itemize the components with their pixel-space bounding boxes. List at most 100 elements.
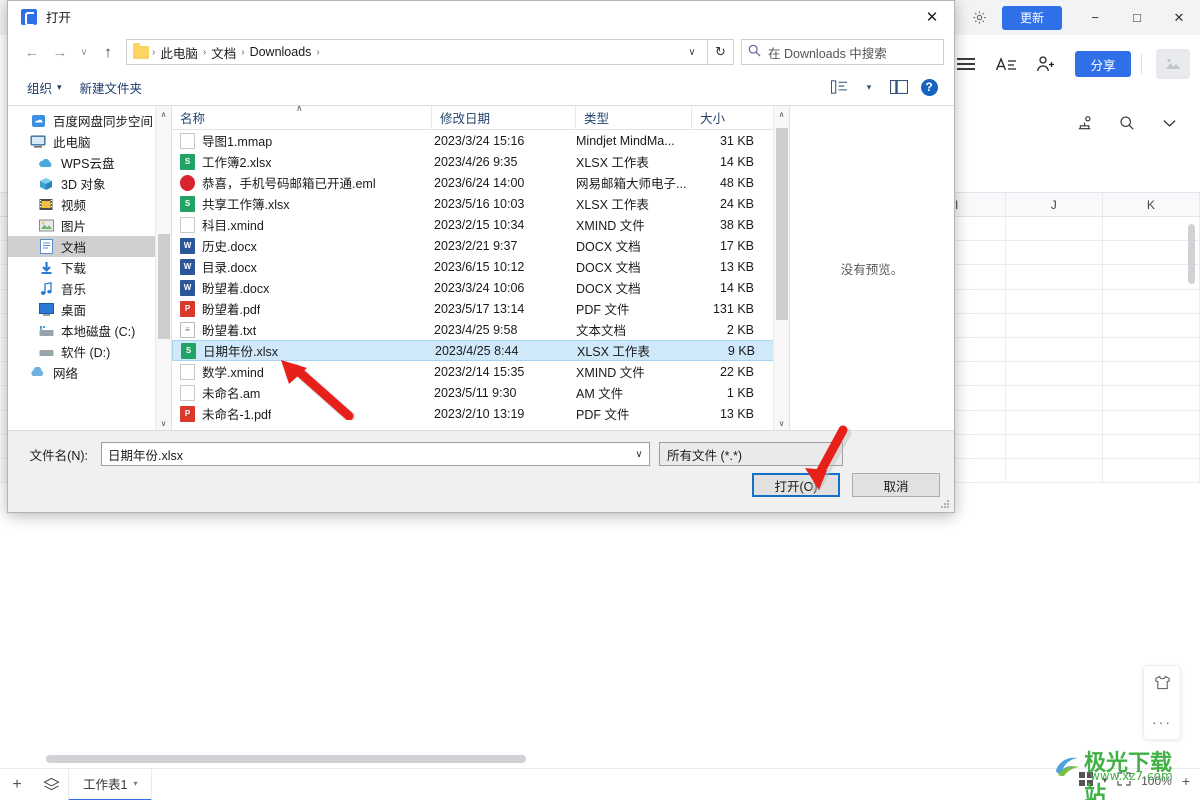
chevron-down-icon[interactable] — [1152, 106, 1186, 140]
address-bar[interactable]: › 此电脑 › 文档 › Downloads › ∨ — [126, 39, 708, 65]
sidebar-item-10[interactable]: 本地磁盘 (C:) — [8, 320, 171, 341]
grid-cell[interactable] — [1006, 313, 1104, 337]
new-folder-button[interactable]: 新建文件夹 — [71, 75, 152, 99]
sidebar-item-12[interactable]: 网络 — [8, 362, 171, 383]
file-row[interactable]: 恭喜，手机号码邮箱已开通.eml 2023/6/24 14:00 网易邮箱大师电子.… — [172, 172, 789, 193]
grid-cell[interactable] — [1103, 410, 1200, 434]
file-row[interactable]: W 历史.docx 2023/2/21 9:37 DOCX 文档 17 KB — [172, 235, 789, 256]
help-button[interactable]: ? — [914, 75, 944, 99]
sidebar-item-4[interactable]: 视频 — [8, 194, 171, 215]
file-row[interactable]: P 未命名-1.pdf 2023/2/10 13:19 PDF 文件 13 KB — [172, 403, 789, 424]
more-dots-icon[interactable]: ··· — [1152, 714, 1172, 730]
grid-cell[interactable] — [1006, 362, 1104, 386]
sidebar-item-9[interactable]: 桌面 — [8, 299, 171, 320]
filename-input[interactable]: 日期年份.xlsx ∨ — [101, 442, 650, 466]
file-list-scrollbar[interactable]: ∧ ∨ — [773, 106, 789, 430]
filename-dropdown-icon[interactable]: ∨ — [629, 449, 649, 460]
grid-cell[interactable] — [1006, 289, 1104, 313]
view-dropdown-icon[interactable]: ▾ — [854, 75, 884, 99]
sidebar-item-8[interactable]: 音乐 — [8, 278, 171, 299]
resize-grip-icon[interactable] — [939, 498, 951, 510]
chevron-down-icon[interactable]: ▾ — [133, 779, 137, 788]
image-thumbnail-icon[interactable] — [1156, 49, 1190, 79]
recent-locations-button[interactable]: ∨ — [74, 38, 94, 66]
preview-pane-icon[interactable] — [884, 75, 914, 99]
up-button[interactable]: ↑ — [94, 38, 122, 66]
file-row[interactable]: 导图1.mmap 2023/3/24 15:16 Mindjet MindMa...… — [172, 130, 789, 151]
sidebar-item-6[interactable]: 文档 — [8, 236, 171, 257]
plus-icon[interactable]: + — [0, 769, 34, 800]
grid-cell[interactable] — [1103, 458, 1200, 483]
chevron-down-icon[interactable]: ∨ — [820, 449, 842, 460]
column-header-J[interactable]: J — [1006, 193, 1103, 216]
sidebar-item-11[interactable]: 软件 (D:) — [8, 341, 171, 362]
zoom-in-button[interactable]: + — [1182, 773, 1190, 789]
add-user-icon[interactable] — [1029, 47, 1063, 81]
list-view-icon[interactable] — [824, 75, 854, 99]
grid-cell[interactable] — [1006, 217, 1104, 241]
scrollbar-thumb[interactable] — [776, 128, 788, 320]
sidebar-item-2[interactable]: WPS云盘 — [8, 152, 171, 173]
file-row[interactable]: P 盼望着.pdf 2023/5/17 13:14 PDF 文件 131 KB — [172, 298, 789, 319]
organize-button[interactable]: 组织 ▾ — [18, 75, 71, 99]
refresh-button[interactable]: ↻ — [708, 39, 734, 65]
column-header-type[interactable]: 类型 — [576, 106, 692, 130]
scroll-down-icon[interactable]: ∨ — [774, 415, 789, 430]
address-dropdown-icon[interactable]: ∨ — [681, 47, 703, 58]
column-header-size[interactable]: 大小 — [692, 106, 764, 130]
cancel-button[interactable]: 取消 — [852, 473, 940, 497]
sidebar-item-1[interactable]: 此电脑 — [8, 131, 171, 152]
grid-cell[interactable] — [1103, 337, 1200, 362]
horizontal-scrollbar[interactable] — [46, 755, 526, 763]
share-button[interactable]: 分享 — [1075, 51, 1131, 77]
view-caret-icon[interactable]: ▾ — [1103, 775, 1108, 786]
breadcrumb-downloads[interactable]: Downloads — [246, 45, 316, 59]
file-type-filter-select[interactable]: 所有文件 (*.*) ∨ — [659, 442, 843, 466]
scroll-up-icon[interactable]: ∧ — [774, 106, 789, 122]
gear-icon[interactable] — [964, 3, 994, 33]
grid-cell[interactable] — [1103, 362, 1200, 386]
grid-cell[interactable] — [1103, 241, 1200, 265]
scroll-up-icon[interactable]: ∧ — [156, 106, 171, 122]
minimize-button[interactable]: − — [1074, 0, 1116, 35]
close-window-button[interactable]: ✕ — [1158, 0, 1200, 35]
grid-view-icon[interactable] — [1078, 772, 1093, 789]
grid-cell[interactable] — [1006, 410, 1104, 434]
grid-cell[interactable] — [1006, 337, 1104, 362]
file-row[interactable]: S 日期年份.xlsx 2023/4/25 8:44 XLSX 工作表 9 KB — [172, 340, 789, 361]
stamp-icon[interactable] — [1068, 106, 1102, 140]
text-style-icon[interactable] — [989, 47, 1023, 81]
grid-cell[interactable] — [1103, 313, 1200, 337]
sheet-layers-icon[interactable] — [34, 769, 68, 800]
update-button[interactable]: 更新 — [1002, 5, 1062, 30]
column-header-date[interactable]: 修改日期 — [432, 106, 576, 130]
sidebar-item-3[interactable]: 3D 对象 — [8, 173, 171, 194]
grid-cell[interactable] — [1103, 217, 1200, 241]
grid-cell[interactable] — [1006, 386, 1104, 410]
vertical-scrollbar[interactable] — [1188, 224, 1195, 284]
sidebar-scrollbar[interactable]: ∧ ∨ — [155, 106, 171, 431]
shirt-icon[interactable] — [1154, 675, 1171, 695]
sidebar-item-5[interactable]: 图片 — [8, 215, 171, 236]
breadcrumb-documents[interactable]: 文档 — [207, 43, 240, 62]
search-input[interactable]: 在 Downloads 中搜索 — [741, 39, 944, 65]
scroll-down-icon[interactable]: ∨ — [156, 415, 171, 431]
file-row[interactable]: ≡ 盼望着.txt 2023/4/25 9:58 文本文档 2 KB — [172, 319, 789, 340]
sidebar-item-7[interactable]: 下载 — [8, 257, 171, 278]
sidebar-item-0[interactable]: 百度网盘同步空间 — [8, 110, 171, 131]
back-button[interactable]: ← — [18, 38, 46, 66]
grid-cell[interactable] — [1103, 265, 1200, 289]
grid-cell[interactable] — [1006, 241, 1104, 265]
grid-cell[interactable] — [1103, 434, 1200, 458]
grid-cell[interactable] — [1006, 458, 1104, 483]
grid-cell[interactable] — [1103, 386, 1200, 410]
column-header-K[interactable]: K — [1103, 193, 1200, 216]
search-icon[interactable] — [1110, 106, 1144, 140]
file-row[interactable]: 数学.xmind 2023/2/14 15:35 XMIND 文件 22 KB — [172, 361, 789, 382]
file-row[interactable]: S 工作簿2.xlsx 2023/4/26 9:35 XLSX 工作表 14 KB — [172, 151, 789, 172]
maximize-button[interactable]: □ — [1116, 0, 1158, 35]
open-button[interactable]: 打开(O) — [752, 473, 840, 497]
forward-button[interactable]: → — [46, 38, 74, 66]
grid-cell[interactable] — [1006, 434, 1104, 458]
close-icon[interactable]: ✕ — [910, 1, 954, 32]
